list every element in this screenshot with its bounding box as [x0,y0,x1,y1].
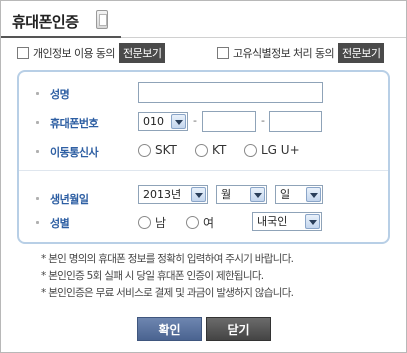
birth-month-select[interactable]: 월 [216,185,267,204]
agreement-unique-id: 고유식별정보 처리 동의 전문보기 [217,43,385,63]
radio-button[interactable] [186,216,199,229]
carrier-kt-option[interactable]: KT [195,143,226,157]
birth-year-select[interactable]: 2013년 [138,185,208,204]
name-label: 성명 [50,88,70,101]
carrier-lgu-label: LG U+ [261,143,300,157]
privacy-view-full-button[interactable]: 전문보기 [118,43,166,63]
notice-item: * 본인인증은 무료 서비스로 결제 및 과금이 발생하지 않습니다. [41,287,294,299]
radio-button[interactable] [244,143,257,157]
birth-day-value: 일 [280,188,291,201]
carrier-label: 이동통신사 [50,146,99,159]
phone-last-input[interactable] [269,111,322,132]
page-title: 휴대폰인증 [12,13,79,31]
birth-month-value: 월 [221,188,232,201]
radio-button[interactable] [195,143,208,157]
notice-item: * 본인 명의의 휴대폰 정보를 정확히 입력하여 주시기 바랍니다. [41,253,294,265]
radio-button[interactable] [138,143,151,157]
phone-middle-input[interactable] [202,111,256,132]
header-underline [1,36,121,38]
nationality-select[interactable]: 내국인 [252,212,322,231]
privacy-consent-checkbox[interactable] [17,47,29,59]
carrier-skt-option[interactable]: SKT [138,143,177,157]
notice-list: * 본인 명의의 휴대폰 정보를 정확히 입력하여 주시기 바랍니다. * 본인… [41,251,401,302]
form-divider [19,170,388,171]
auth-window: 휴대폰인증 개인정보 이용 동의 전문보기 고유식별정보 처리 동의 전문보기 … [0,0,407,353]
chevron-down-icon [250,187,265,202]
gender-label: 성별 [50,217,70,230]
carrier-kt-label: KT [212,143,227,157]
agreement-privacy: 개인정보 이용 동의 전문보기 [17,43,166,63]
name-input[interactable] [138,82,323,103]
gender-male-label: 남 [155,216,167,230]
chevron-down-icon [306,187,321,202]
bullet-icon [36,121,39,124]
gender-male-option[interactable]: 남 [138,214,166,231]
unique-id-consent-checkbox[interactable] [217,47,229,59]
birth-day-select[interactable]: 일 [275,185,323,204]
chevron-down-icon [191,187,206,202]
unique-id-consent-label: 고유식별정보 처리 동의 [233,47,335,60]
birth-year-value: 2013년 [143,188,182,201]
carrier-lgu-option[interactable]: LG U+ [244,143,300,157]
header: 휴대폰인증 [1,1,406,38]
carrier-skt-label: SKT [155,143,177,157]
confirm-button[interactable]: 확인 [137,317,202,341]
bullet-icon [36,197,39,200]
phone-prefix-value: 010 [143,115,164,128]
phone-prefix-select[interactable]: 010 [138,112,188,131]
notice-item: * 본인인증 5회 실패 시 당일 휴대폰 인증이 제한됩니다. [41,270,264,282]
bullet-icon [36,92,39,95]
phone-label: 휴대폰번호 [50,117,99,130]
bullet-icon [36,221,39,224]
chevron-down-icon [305,214,320,229]
mobile-phone-icon [96,10,108,29]
chevron-down-icon [171,114,186,129]
auth-form: 성명 휴대폰번호 010 - - 이동통신사 SKT KT LG U+ 생년월일… [17,70,390,244]
header-divider [121,37,406,38]
nationality-value: 내국인 [257,215,288,228]
bullet-icon [36,150,39,153]
privacy-consent-label: 개인정보 이용 동의 [33,47,116,60]
unique-id-view-full-button[interactable]: 전문보기 [338,43,385,63]
gender-female-option[interactable]: 여 [186,214,214,231]
dash: - [193,114,197,127]
birth-label: 생년월일 [50,193,89,206]
close-button[interactable]: 닫기 [206,317,271,341]
dash: - [261,114,265,127]
radio-button[interactable] [138,216,151,229]
gender-female-label: 여 [203,216,215,230]
